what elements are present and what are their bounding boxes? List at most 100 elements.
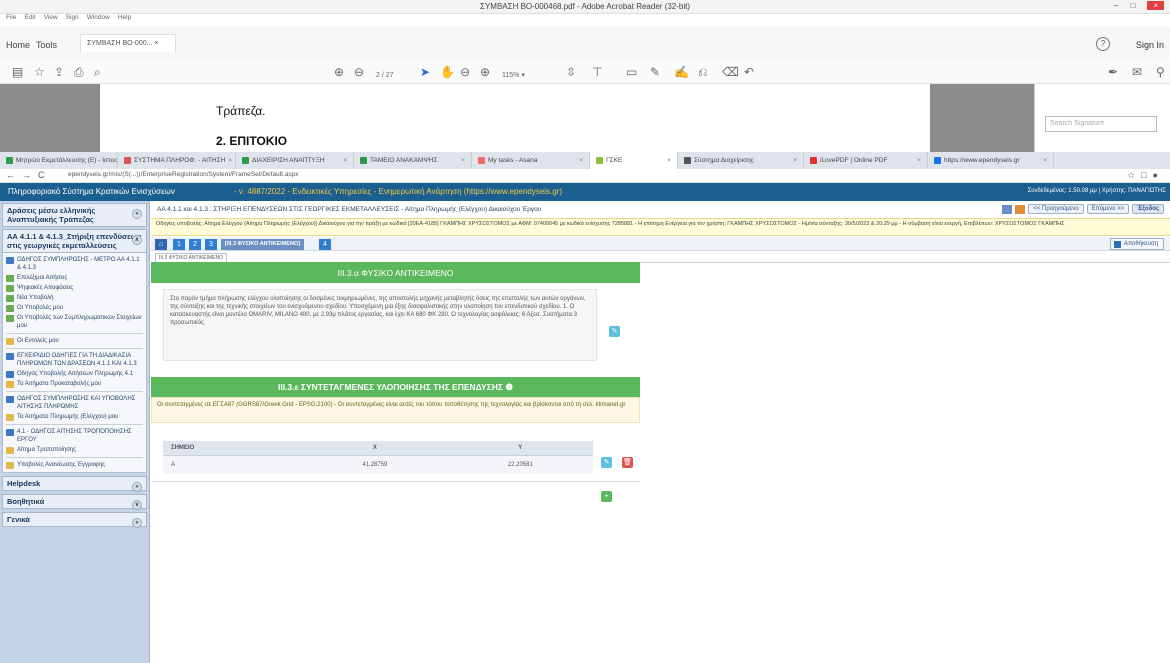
sidebar-item[interactable]: Επιλέξιμοι Αιτήσεις (6, 273, 143, 283)
close-tab-icon[interactable]: × (667, 157, 671, 164)
edit-row-button[interactable]: ✎ (601, 457, 612, 468)
sidebar-item[interactable]: Υποβολές Ανανέωσης Έγγραφης (6, 457, 143, 470)
browser-tab[interactable]: My tasks - Asana × (472, 152, 590, 169)
add-row-button[interactable]: + (601, 491, 612, 502)
zoom-out-icon[interactable]: ⊖ (460, 65, 470, 79)
next-button[interactable]: Επόμενο >> (1086, 204, 1130, 214)
help-icon[interactable]: ? (1096, 37, 1110, 51)
close-tab-icon[interactable]: × (461, 157, 465, 164)
sidebar-item[interactable]: Οι Εντολείς μου (6, 333, 143, 346)
mail-icon[interactable]: ✉ (1132, 65, 1142, 79)
toggle-icon[interactable]: » (132, 482, 142, 492)
sidebar-item[interactable]: Τα Αιτήματα Προκαταβολής μου (6, 379, 143, 389)
minimize-icon[interactable]: – (1114, 1, 1118, 10)
delete-row-button[interactable]: 🗑 (622, 457, 633, 468)
sidebar-item[interactable]: ΟΔΗΓΟΣ ΣΥΜΠΛΗΡΩΣΗΣ ΚΑΙ ΥΠΟΒΟΛΗΣ ΑΙΤΗΣΗΣ … (6, 391, 143, 412)
highlight-icon[interactable]: ✎ (650, 65, 660, 79)
delete-icon[interactable]: ⌫ (722, 65, 739, 79)
browser-tab[interactable]: Μητρώο Εκμετάλλευσης (Ε) - Ιστοσελίδα× (0, 152, 118, 169)
tab-document[interactable]: ΣΥΜΒΑΣΗ ΒΟ-000... × (80, 34, 176, 52)
close-tab-icon[interactable]: × (343, 157, 347, 164)
page-number[interactable]: 2 / 27 (376, 69, 394, 83)
close-tab-icon[interactable]: × (579, 157, 583, 164)
tab-home[interactable]: Home (6, 40, 30, 50)
bookmark-star-icon[interactable]: ☆ (34, 65, 45, 79)
print-icon[interactable]: ⎙ (74, 65, 84, 79)
upload-icon[interactable]: ⇪ (54, 65, 64, 79)
scroll-mode-icon[interactable]: ⊤ (592, 65, 602, 79)
zoom-in-icon[interactable]: ⊕ (480, 65, 490, 79)
home-icon[interactable]: ⌂ (155, 239, 167, 250)
close-tab-icon[interactable]: × (228, 157, 232, 164)
browser-tab[interactable]: ΣΥΣΤΗΜΑ ΠΛΗΡΟΦ. - ΑΙΤΗΣΗ × (118, 152, 236, 169)
stamp-icon[interactable]: ⎌ (698, 65, 708, 79)
more-tools-icon[interactable]: ⚲ (1156, 65, 1165, 79)
sidebar-item[interactable]: ΕΓΧΕΙΡΙΔΙΟ ΟΔΗΓΙΕΣ ΓΙΑ ΤΗ ΔΙΑΔΙΚΑΣΙΑ ΠΛΗ… (6, 348, 143, 369)
sidebar-item[interactable]: Τα Αιτήματα Πληρωμής (Ελέγχου) μου (6, 412, 143, 422)
zoom-select[interactable]: 115% ▾ (502, 69, 525, 83)
tab-tools[interactable]: Tools (36, 40, 57, 50)
undo-icon[interactable]: ↶ (744, 65, 754, 79)
step-3[interactable]: 3 (205, 239, 217, 250)
toggle-icon[interactable]: ∨ (132, 500, 142, 510)
sidebar-section-active[interactable]: ΑΑ 4.1.1 & 4.1.3_Στήριξη επενδύσεων στις… (2, 229, 147, 253)
sidebar-section[interactable]: Βοηθητικά ∨ (2, 494, 147, 510)
page-down-icon[interactable]: ⊖ (354, 65, 364, 79)
browser-tab[interactable]: ΤΑΜΕΙΟ ΑΝΑΚΑΜΨΗΣ × (354, 152, 472, 169)
draw-icon[interactable]: ✍ (674, 65, 689, 79)
browser-tab[interactable]: ΔΙΑΧΕΙΡΙΣΗ ΑΝΑΠΤΥΞΗ × (236, 152, 354, 169)
nav-buttons[interactable]: ←→C (6, 170, 52, 180)
menu-view[interactable]: View (44, 14, 58, 24)
browser-tab[interactable]: iLovePDF | Online PDF × (804, 152, 928, 169)
hand-tool-icon[interactable]: ✋ (440, 65, 455, 79)
url-field[interactable]: ependyseis.gr/mis/(S(...))/EnterpriseReg… (68, 171, 298, 178)
menu-sign[interactable]: Sign (66, 14, 79, 24)
close-tab-icon[interactable]: × (1043, 157, 1047, 164)
sidebar-item[interactable]: Οδηγός Υποβολής Αιτήσεων Πληρωμής 4.1 (6, 369, 143, 379)
print-icon[interactable] (1002, 204, 1013, 214)
select-cursor-icon[interactable]: ➤ (420, 65, 430, 79)
previous-button[interactable]: << Προηγούμενο (1028, 204, 1084, 214)
menu-file[interactable]: File (6, 14, 16, 24)
edit-description-button[interactable]: ✎ (609, 326, 620, 337)
menu-edit[interactable]: Edit (24, 14, 35, 24)
expand-icon[interactable]: ∧ (132, 235, 142, 245)
zoom-search-icon[interactable]: ⌕ (94, 65, 101, 79)
step-2[interactable]: 2 (189, 239, 201, 250)
sidebar-item[interactable]: Αίτημα Τροποποίησης (6, 445, 143, 455)
close-icon[interactable]: × (1147, 1, 1164, 10)
sidebar-item[interactable]: Νέα Υποβολή (6, 293, 143, 303)
comment-icon[interactable]: ▭ (626, 65, 637, 79)
fit-page-icon[interactable]: ⇳ (566, 65, 576, 79)
search-signature-input[interactable]: Search Signature (1045, 116, 1157, 132)
menu-window[interactable]: Window (87, 14, 110, 24)
browser-tab[interactable]: Σύστημα Διαχείρισης × (678, 152, 804, 169)
close-tab-icon[interactable]: × (917, 157, 921, 164)
sidebar-section-top[interactable]: Δράσεις μέσω ελληνικής Αναπτυξιακής Τράπ… (2, 203, 147, 227)
help-icon[interactable] (1015, 204, 1026, 214)
sidebar-item[interactable]: 4.1 - ΟΔΗΓΟΣ ΑΙΤΗΣΗΣ ΤΡΟΠΟΠΟΙΗΣΗΣ ΕΡΓΟΥ (6, 424, 143, 445)
sign-icon[interactable]: ✒ (1108, 65, 1118, 79)
sidebar-item[interactable]: Οι Υποβολές των Συμπληρωματικών Στοιχείω… (6, 313, 143, 331)
sidebar-section[interactable]: Helpdesk » (2, 476, 147, 492)
sidebar-item[interactable]: ΟΔΗΓΟΣ ΣΥΜΠΛΗΡΩΣΗΣ - ΜΕΤΡΟ ΑΑ 4.1.1 & 4.… (6, 255, 143, 273)
page-up-icon[interactable]: ⊕ (334, 65, 344, 79)
collapse-icon[interactable]: « (132, 209, 142, 219)
browser-tab[interactable]: ΓΣΚΕ × (590, 152, 678, 169)
maximize-icon[interactable]: □ (1130, 1, 1135, 10)
sidebar-item[interactable]: Ψηφιακές Αποφάσεις (6, 283, 143, 293)
create-icon[interactable]: ▤ (12, 65, 23, 79)
exit-button[interactable]: Έξοδος (1132, 204, 1164, 214)
close-tab-icon[interactable]: × (793, 157, 797, 164)
step-4[interactable]: 4 (319, 239, 331, 250)
browser-actions[interactable]: ☆□● (1127, 170, 1164, 181)
sidebar-section[interactable]: Γενικά » (2, 512, 147, 528)
menu-help[interactable]: Help (118, 14, 131, 24)
save-button[interactable]: Αποθήκευση (1110, 238, 1164, 250)
sign-in-button[interactable]: Sign In (1136, 40, 1164, 50)
toggle-icon[interactable]: » (132, 518, 142, 528)
step-1[interactable]: 1 (173, 239, 185, 250)
sidebar-item[interactable]: Οι Υποβολές μου (6, 303, 143, 313)
regulation-link[interactable]: - ν. 4887/2022 - Ενδεικτικές Υπηρεσίες -… (234, 187, 562, 196)
browser-tab[interactable]: https://www.ependyseis.gr × (928, 152, 1054, 169)
